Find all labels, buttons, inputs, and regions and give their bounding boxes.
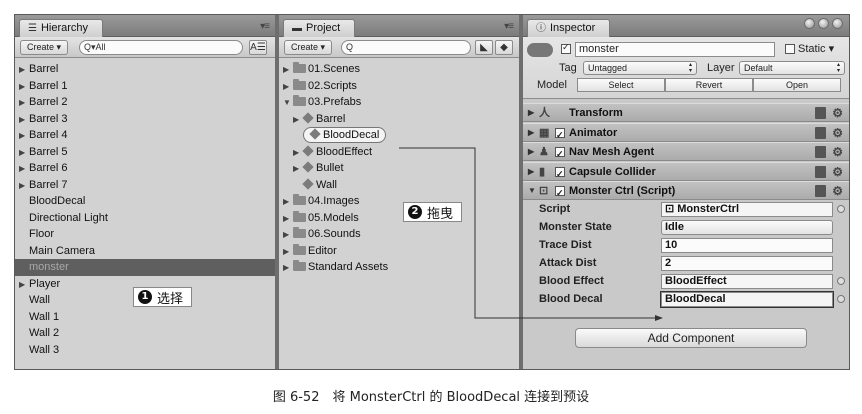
callout-drag-number: 2 [408,205,422,219]
callout-select: 1 选择 [133,287,193,307]
drag-arrow-head [655,315,663,321]
callout-drag-text: 拖曳 [427,206,454,222]
drag-connector [399,147,663,321]
drag-path-line [399,147,655,319]
unity-editor-screenshot: ☰ Hierarchy ▾≡ Create ▾ Q▾All A☰ ▶ Barrel… [14,14,850,370]
callout-select-text: 选择 [157,291,184,307]
callout-select-number: 1 [138,290,152,304]
figure-caption: 图 6-52 将 MonsterCtrl 的 BloodDecal 连接到预设 [272,390,590,405]
callout-drag: 2 拖曳 [403,202,463,222]
